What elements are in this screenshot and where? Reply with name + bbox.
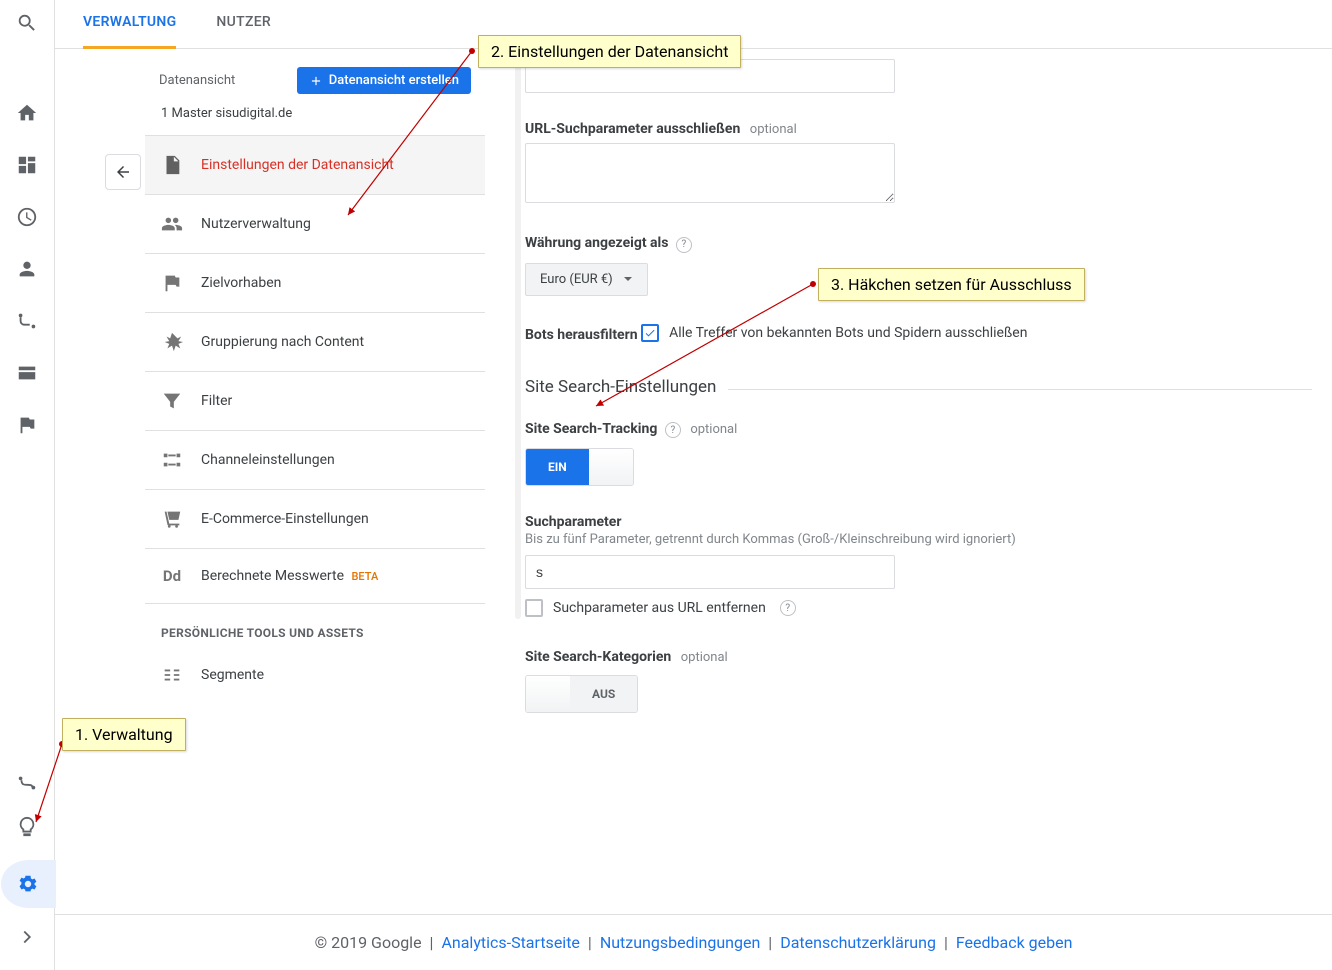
help-icon[interactable]: ? [676, 237, 692, 253]
dashboard-icon[interactable] [16, 154, 38, 180]
footer-link-privacy[interactable]: Datenschutzerklärung [780, 933, 936, 952]
currency-value: Euro (EUR €) [540, 272, 613, 287]
footer-copyright: © 2019 Google [315, 933, 422, 952]
footer-link-feedback[interactable]: Feedback geben [956, 933, 1073, 952]
bulb-icon[interactable] [16, 816, 38, 842]
flag-icon[interactable] [16, 414, 38, 440]
site-search-section-title: Site Search-Einstellungen [525, 377, 716, 403]
tab-nutzer[interactable]: NUTZER [216, 14, 271, 48]
bots-filter-header: Bots herausfiltern [525, 327, 638, 343]
optional-text: optional [681, 650, 728, 665]
menu-ecommerce-label: E-Commerce-Einstellungen [201, 511, 369, 527]
dd-icon: Dd [161, 567, 183, 585]
bots-filter-label: Alle Treffer von bekannten Bots und Spid… [669, 325, 1027, 341]
menu-user-mgmt-label: Nutzerverwaltung [201, 216, 311, 232]
search-param-input[interactable] [525, 555, 895, 589]
left-nav-rail [0, 0, 55, 970]
menu-calculated-metrics[interactable]: Dd Berechnete Messwerte BETA [145, 549, 485, 604]
person-icon[interactable] [16, 258, 38, 284]
currency-dropdown[interactable]: Euro (EUR €) [525, 263, 648, 296]
help-icon[interactable]: ? [780, 600, 796, 616]
toggle-on-label: EIN [526, 449, 589, 485]
footer: © 2019 Google | Analytics-Startseite | N… [55, 914, 1332, 970]
card-icon[interactable] [16, 362, 38, 388]
attribution-icon[interactable] [16, 772, 38, 798]
view-settings-form: URL-Suchparameter ausschließen optional … [485, 49, 1332, 970]
strip-param-label: Suchparameter aus URL entfernen [553, 600, 766, 616]
menu-content-grouping[interactable]: Gruppierung nach Content [145, 313, 485, 372]
search-param-hint: Bis zu fünf Parameter, getrennt durch Ko… [525, 532, 1312, 547]
menu-calc-metrics-label: Berechnete Messwerte [201, 568, 344, 584]
view-column-label: Datenansicht [159, 73, 235, 88]
site-search-cat-toggle[interactable]: AUS [525, 675, 638, 713]
scrollbar[interactable] [515, 59, 521, 970]
home-icon[interactable] [16, 102, 38, 128]
clock-icon[interactable] [16, 206, 38, 232]
callout-1: 1. Verwaltung [62, 718, 186, 751]
toggle-off-label: AUS [570, 676, 637, 712]
back-button[interactable] [105, 154, 141, 190]
search-param-label: Suchparameter [525, 514, 621, 530]
site-search-toggle[interactable]: EIN [525, 448, 634, 486]
create-view-button-label: Datenansicht erstellen [329, 73, 459, 88]
menu-segments[interactable]: Segmente [145, 646, 485, 704]
callout-3: 3. Häkchen setzen für Ausschluss [818, 268, 1085, 301]
menu-content-group-label: Gruppierung nach Content [201, 334, 364, 350]
strip-param-checkbox[interactable]: Suchparameter aus URL entfernen ? [525, 599, 796, 617]
menu-goals[interactable]: Zielvorhaben [145, 254, 485, 313]
url-exclude-textarea[interactable] [525, 143, 895, 203]
menu-channel-settings[interactable]: Channeleinstellungen [145, 431, 485, 490]
footer-link-terms[interactable]: Nutzungsbedingungen [600, 933, 760, 952]
callout-2: 2. Einstellungen der Datenansicht [478, 35, 741, 68]
view-name[interactable]: 1 Master sisudigital.de [145, 94, 485, 136]
chevron-down-icon [623, 274, 633, 284]
site-search-tracking-label: Site Search-Tracking [525, 421, 657, 437]
menu-ecommerce-settings[interactable]: E-Commerce-Einstellungen [145, 490, 485, 549]
menu-user-management[interactable]: Nutzerverwaltung [145, 195, 485, 254]
tab-verwaltung[interactable]: VERWALTUNG [83, 14, 176, 49]
create-view-button[interactable]: Datenansicht erstellen [297, 67, 471, 94]
personal-tools-header: PERSÖNLICHE TOOLS UND ASSETS [145, 604, 485, 646]
menu-filters[interactable]: Filter [145, 372, 485, 431]
menu-view-settings-label: Einstellungen der Datenansicht [201, 157, 394, 173]
help-icon[interactable]: ? [665, 422, 681, 438]
menu-goals-label: Zielvorhaben [201, 275, 281, 291]
url-exclude-label: URL-Suchparameter ausschließen [525, 121, 740, 137]
menu-channel-label: Channeleinstellungen [201, 452, 335, 468]
menu-segments-label: Segmente [201, 667, 264, 683]
flow-icon[interactable] [16, 310, 38, 336]
chevron-right-icon[interactable] [16, 926, 38, 952]
menu-view-settings[interactable]: Einstellungen der Datenansicht [145, 136, 485, 195]
site-search-cat-label: Site Search-Kategorien [525, 649, 671, 665]
search-icon[interactable] [16, 12, 38, 38]
bots-filter-checkbox[interactable]: Alle Treffer von bekannten Bots und Spid… [641, 324, 1027, 342]
beta-badge: BETA [351, 570, 378, 583]
admin-gear-icon[interactable] [1, 860, 56, 908]
currency-label: Währung angezeigt als [525, 235, 668, 251]
footer-link-home[interactable]: Analytics-Startseite [441, 933, 579, 952]
optional-text: optional [690, 422, 737, 437]
menu-filters-label: Filter [201, 393, 232, 409]
view-menu-column: Datenansicht Datenansicht erstellen 1 Ma… [55, 49, 485, 970]
optional-text: optional [750, 122, 797, 137]
